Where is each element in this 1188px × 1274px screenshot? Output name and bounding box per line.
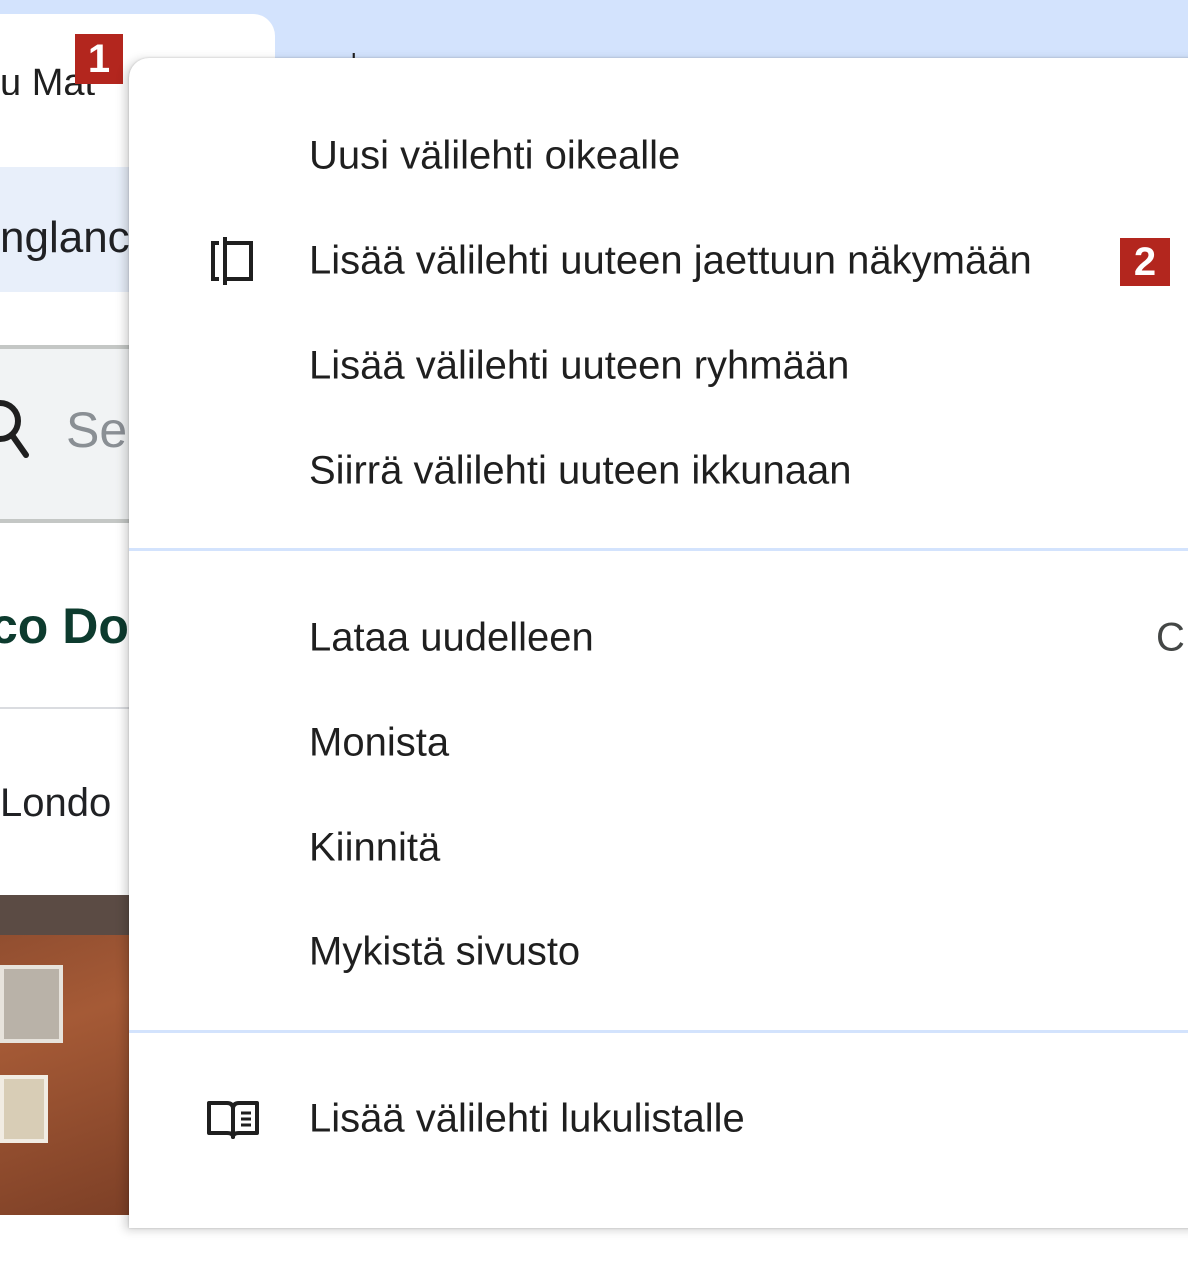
location-text: Londo [0, 781, 112, 825]
menu-item-pin[interactable]: Kiinnitä [129, 800, 1188, 896]
menu-item-label: Uusi välilehti oikealle [309, 133, 681, 178]
menu-item-duplicate[interactable]: Monista [129, 695, 1188, 791]
menu-item-label: Siirrä välilehti uuteen ikkunaan [309, 448, 852, 493]
reading-list-icon [205, 1091, 261, 1147]
menu-item-move-to-new-window[interactable]: Siirrä välilehti uuteen ikkunaan [129, 423, 1188, 519]
menu-item-reload[interactable]: Lataa uudelleen C [129, 590, 1188, 686]
menu-item-add-to-reading-list[interactable]: Lisää välilehti lukulistalle [129, 1071, 1188, 1167]
menu-item-label: Lisää välilehti lukulistalle [309, 1096, 745, 1141]
menu-item-label: Monista [309, 720, 450, 765]
menu-item-cutoff [309, 1244, 689, 1274]
menu-item-label: Kiinnitä [309, 825, 441, 870]
photo-window [0, 1075, 48, 1143]
menu-item-mute-site[interactable]: Mykistä sivusto [129, 904, 1188, 1000]
divider [0, 707, 140, 709]
split-view-icon [205, 233, 261, 289]
photo-window [0, 965, 63, 1043]
listing-photo[interactable] [0, 895, 140, 1215]
menu-item-add-to-split-view[interactable]: Lisää välilehti uuteen jaettuun näkymään [129, 213, 1188, 309]
menu-separator [129, 548, 1188, 551]
menu-item-add-to-new-group[interactable]: Lisää välilehti uuteen ryhmään [129, 318, 1188, 414]
location-chip-text: nglanc [0, 213, 130, 262]
annotation-badge-1: 1 [75, 34, 123, 84]
tab-context-menu: Uusi välilehti oikealle Lisää välilehti … [129, 58, 1188, 1228]
annotation-badge-2: 2 [1120, 238, 1170, 286]
search-icon [0, 393, 32, 463]
page-heading: co Do [0, 598, 129, 654]
menu-item-new-tab-right[interactable]: Uusi välilehti oikealle [129, 108, 1188, 204]
menu-separator [129, 1030, 1188, 1033]
menu-item-shortcut: C [1156, 615, 1185, 660]
menu-item-label: Lataa uudelleen [309, 615, 594, 660]
page-content: nglanc Se co Do Londo [0, 95, 144, 1215]
menu-item-label: Lisää välilehti uuteen jaettuun näkymään [309, 238, 1032, 283]
menu-item-label: Mykistä sivusto [309, 929, 581, 974]
search-placeholder: Se [66, 402, 128, 458]
photo-roof [0, 895, 140, 935]
menu-item-label: Lisää välilehti uuteen ryhmään [309, 343, 850, 388]
